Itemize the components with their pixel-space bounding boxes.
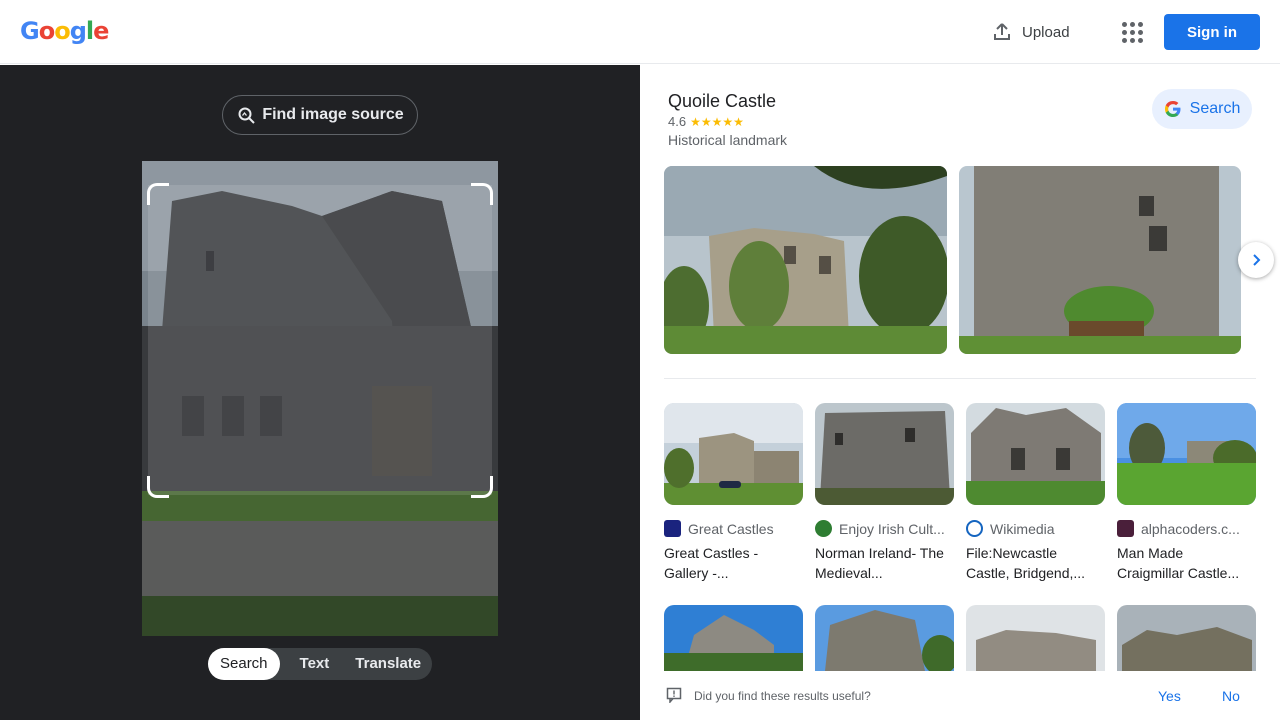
uploaded-image: [142, 161, 498, 636]
result-title[interactable]: Man Made Craigmillar Castle...: [1117, 543, 1252, 583]
result-thumbnail[interactable]: [966, 605, 1105, 671]
wikimedia-favicon-icon: [966, 520, 983, 537]
result-source-name: Enjoy Irish Cult...: [839, 520, 945, 537]
result-source: Wikimedia: [966, 520, 1101, 537]
lens-image-panel: Find image source Search Text Translate: [0, 65, 640, 720]
google-logo[interactable]: Google: [20, 17, 109, 45]
crop-corner-top-left[interactable]: [147, 183, 169, 205]
rating-value: 4.6: [668, 114, 687, 129]
entity-image-2[interactable]: [959, 166, 1241, 354]
feedback-bar: Did you find these results useful? Yes N…: [640, 671, 1280, 720]
upload-icon: [994, 23, 1010, 40]
feedback-icon: [666, 687, 682, 703]
find-image-source-label: Find image source: [262, 106, 404, 123]
result-thumbnail[interactable]: [664, 605, 803, 671]
apps-grid-icon[interactable]: [1120, 20, 1144, 44]
entity-subtitle: Historical landmark: [668, 132, 788, 148]
image-search-icon: [238, 107, 256, 124]
result-card[interactable]: Enjoy Irish Cult... Norman Ireland- The …: [815, 403, 954, 583]
feedback-no-button[interactable]: No: [1222, 688, 1240, 704]
entity-rating: 4.6 ★★★★★: [668, 114, 744, 129]
google-g-icon: [1164, 101, 1181, 117]
mode-text-tab[interactable]: Text: [280, 648, 344, 680]
result-source: Great Castles: [664, 520, 799, 537]
result-source-name: Great Castles: [688, 520, 774, 537]
top-header: Google Upload Sign in: [0, 0, 1280, 64]
upload-button[interactable]: Upload: [992, 20, 1070, 44]
results-panel: Quoile Castle 4.6 ★★★★★ Historical landm…: [640, 65, 1280, 720]
entity-image-1[interactable]: [664, 166, 947, 354]
result-source: Enjoy Irish Cult...: [815, 520, 950, 537]
alphacoders-favicon-icon: [1117, 520, 1134, 537]
entity-title: Quoile Castle: [668, 91, 777, 111]
result-thumbnail[interactable]: [815, 403, 954, 505]
crop-corner-top-right[interactable]: [471, 183, 493, 205]
section-divider: [664, 378, 1256, 379]
shamrock-favicon-icon: [815, 520, 832, 537]
feedback-question: Did you find these results useful?: [694, 689, 871, 703]
google-search-label: Search: [1189, 100, 1241, 117]
result-source-name: Wikimedia: [990, 520, 1055, 537]
crop-corner-bottom-right[interactable]: [471, 476, 493, 498]
result-card[interactable]: Great Castles Great Castles - Gallery -.…: [664, 403, 803, 583]
google-search-button[interactable]: Search: [1152, 89, 1252, 129]
result-thumbnail[interactable]: [966, 403, 1105, 505]
result-source-name: alphacoders.c...: [1141, 520, 1240, 537]
result-title[interactable]: Great Castles - Gallery -...: [664, 543, 799, 583]
result-thumbnail[interactable]: [664, 403, 803, 505]
mode-translate-tab[interactable]: Translate: [343, 648, 433, 680]
sign-in-button[interactable]: Sign in: [1164, 14, 1260, 50]
result-title[interactable]: Norman Ireland- The Medieval...: [815, 543, 950, 583]
rating-stars-icon: ★★★★★: [690, 114, 744, 129]
result-thumbnail[interactable]: [815, 605, 954, 671]
mode-search-tab[interactable]: Search: [208, 648, 280, 680]
chevron-right-icon: [1253, 254, 1261, 266]
result-thumbnail[interactable]: [1117, 605, 1256, 671]
find-image-source-button[interactable]: Find image source: [222, 95, 418, 135]
result-thumbnail[interactable]: [1117, 403, 1256, 505]
upload-label: Upload: [1022, 23, 1070, 41]
crop-corner-bottom-left[interactable]: [147, 476, 169, 498]
castle-favicon-icon: [664, 520, 681, 537]
next-images-button[interactable]: [1238, 242, 1274, 278]
result-source: alphacoders.c...: [1117, 520, 1252, 537]
result-title[interactable]: File:Newcastle Castle, Bridgend,...: [966, 543, 1101, 583]
result-card[interactable]: Wikimedia File:Newcastle Castle, Bridgen…: [966, 403, 1105, 583]
result-card[interactable]: alphacoders.c... Man Made Craigmillar Ca…: [1117, 403, 1256, 583]
feedback-yes-button[interactable]: Yes: [1158, 688, 1181, 704]
lens-mode-switcher: Search Text Translate: [208, 648, 432, 680]
